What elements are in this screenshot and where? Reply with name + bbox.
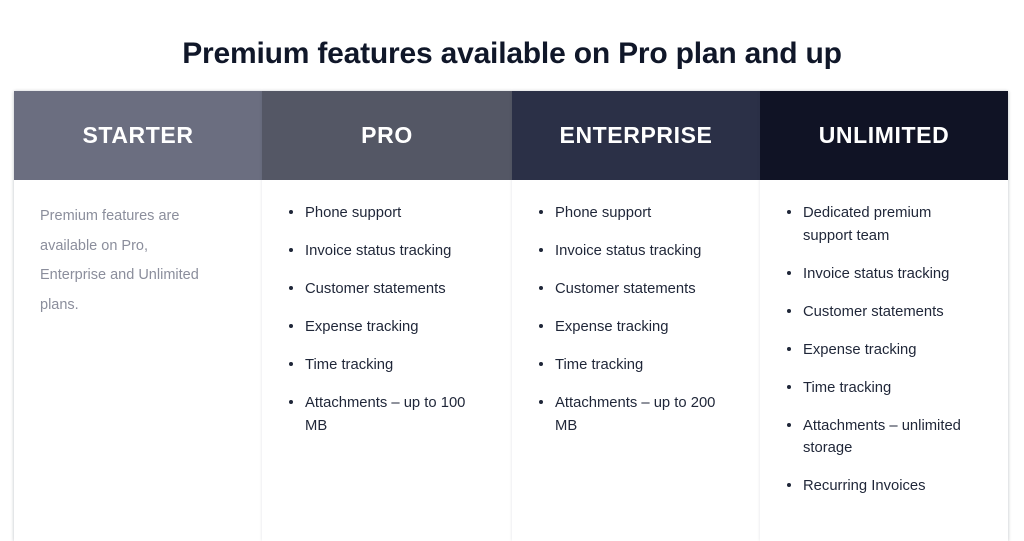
plan-name-starter: STARTER	[82, 122, 194, 148]
list-item: Customer statements	[288, 278, 470, 301]
list-item: Attachments – up to 100 MB	[288, 392, 470, 438]
plan-body-starter: Premium features are available on Pro, E…	[14, 180, 262, 541]
bullet-icon	[787, 270, 791, 275]
feature-label: Customer statements	[803, 303, 944, 320]
list-item: Phone support	[538, 202, 720, 225]
list-item: Attachments – up to 200 MB	[538, 392, 720, 438]
list-item: Time tracking	[288, 354, 470, 377]
feature-label: Expense tracking	[555, 318, 669, 335]
plan-header-starter: STARTER	[14, 91, 262, 180]
plan-header-enterprise: ENTERPRISE	[512, 91, 760, 180]
plan-body-pro: Phone support Invoice status tracking Cu…	[262, 180, 512, 541]
bullet-icon	[289, 210, 293, 214]
list-item: Time tracking	[786, 377, 968, 400]
plan-header-unlimited: UNLIMITED	[760, 91, 1008, 180]
plan-column-starter[interactable]: STARTER Premium features are available o…	[14, 91, 262, 541]
list-item: Expense tracking	[538, 316, 720, 339]
list-item: Customer statements	[786, 301, 968, 324]
bullet-icon	[539, 399, 543, 404]
feature-label: Phone support	[555, 205, 652, 221]
bullet-icon	[289, 323, 293, 328]
bullet-icon	[289, 285, 293, 290]
list-item: Phone support	[288, 202, 470, 225]
list-item: Customer statements	[538, 278, 720, 301]
bullet-icon	[289, 399, 293, 404]
feature-label: Time tracking	[555, 356, 644, 373]
list-item: Invoice status tracking	[288, 240, 470, 263]
bullet-icon	[539, 323, 543, 328]
feature-label: Dedicated premium support team	[803, 205, 932, 244]
plan-note-starter: Premium features are available on Pro, E…	[40, 208, 199, 314]
feature-label: Time tracking	[305, 356, 394, 373]
plan-name-pro: PRO	[361, 122, 413, 148]
plan-header-pro: PRO	[262, 91, 512, 180]
feature-label: Recurring Invoices	[803, 478, 926, 495]
list-item: Invoice status tracking	[538, 240, 720, 263]
feature-label: Attachments – up to 200 MB	[555, 394, 716, 434]
feature-list-pro: Phone support Invoice status tracking Cu…	[288, 202, 486, 437]
feature-label: Attachments – unlimited storage	[803, 417, 961, 457]
bullet-icon	[289, 361, 293, 366]
plan-name-unlimited: UNLIMITED	[818, 122, 950, 148]
bullet-icon	[539, 210, 543, 214]
plan-body-unlimited: Dedicated premium support team Invoice s…	[760, 180, 1008, 541]
plan-column-enterprise[interactable]: ENTERPRISE Phone support Invoice status …	[512, 91, 760, 541]
feature-label: Customer statements	[555, 280, 696, 297]
page-title: Premium features available on Pro plan a…	[182, 37, 842, 71]
list-item: Expense tracking	[786, 339, 968, 362]
bullet-icon	[787, 346, 791, 351]
feature-label: Invoice status tracking	[555, 242, 702, 259]
list-item: Invoice status tracking	[786, 263, 968, 286]
pricing-comparison-page: Premium features available on Pro plan a…	[0, 0, 1024, 541]
bullet-icon	[787, 384, 791, 389]
bullet-icon	[289, 247, 293, 252]
bullet-icon	[787, 308, 791, 313]
bullet-icon	[539, 361, 543, 366]
feature-label: Expense tracking	[803, 341, 917, 358]
feature-label: Phone support	[305, 205, 402, 221]
plan-column-pro[interactable]: PRO Phone support Invoice status trackin…	[262, 91, 512, 541]
bullet-icon	[539, 247, 543, 252]
bullet-icon	[787, 422, 791, 427]
feature-label: Attachments – up to 100 MB	[305, 394, 466, 434]
list-item: Attachments – unlimited storage	[786, 415, 968, 461]
list-item: Time tracking	[538, 354, 720, 377]
feature-label: Time tracking	[803, 379, 892, 396]
list-item: Recurring Invoices	[786, 475, 968, 498]
bullet-icon	[787, 483, 791, 488]
feature-label: Expense tracking	[305, 318, 419, 335]
feature-label: Customer statements	[305, 280, 446, 297]
plan-comparison-table: STARTER Premium features are available o…	[14, 91, 1008, 541]
plan-name-enterprise: ENTERPRISE	[559, 122, 713, 148]
feature-label: Invoice status tracking	[305, 242, 452, 259]
list-item: Expense tracking	[288, 316, 470, 339]
feature-list-enterprise: Phone support Invoice status tracking Cu…	[538, 202, 734, 437]
plan-column-unlimited[interactable]: UNLIMITED Dedicated premium support team…	[760, 91, 1008, 541]
list-item: Dedicated premium support team	[786, 202, 968, 248]
plan-body-enterprise: Phone support Invoice status tracking Cu…	[512, 180, 760, 541]
bullet-icon	[539, 285, 543, 290]
feature-list-unlimited: Dedicated premium support team Invoice s…	[786, 202, 982, 498]
feature-label: Invoice status tracking	[803, 265, 950, 282]
bullet-icon	[787, 210, 791, 214]
